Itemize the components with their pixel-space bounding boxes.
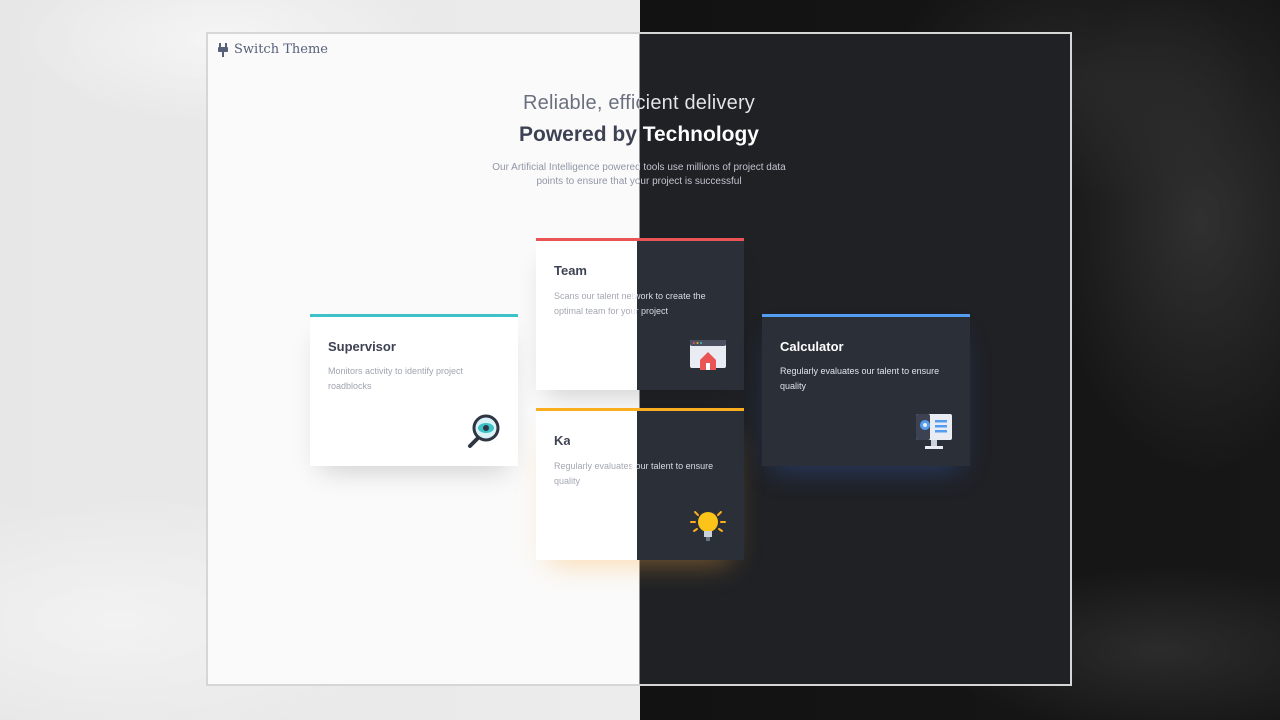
hero-section: Reliable, efficient delivery Powered by … — [208, 92, 1070, 189]
card-title: Supervisor — [328, 339, 396, 354]
card-title: Calculator — [780, 339, 844, 354]
monitor-chart-icon — [916, 414, 952, 449]
plug-icon — [218, 42, 228, 57]
card-calculator[interactable]: Calculator Regularly evaluates our talen… — [762, 314, 970, 466]
card-title: Karma — [554, 433, 595, 448]
hero-subtitle: Reliable, efficient delivery — [208, 92, 1070, 115]
card-description: Scans our talent network to create the o… — [554, 289, 726, 319]
card-description: Monitors activity to identify project ro… — [328, 366, 464, 391]
card-description: Regularly evaluates our talent to ensure… — [554, 459, 726, 489]
card-karma[interactable]: Karma Regularly evaluates our talent to … — [536, 408, 744, 560]
hero-description: Our Artificial Intelligence powered tool… — [489, 161, 789, 189]
preview-frame: Switch Theme Reliable, efficient deliver… — [206, 32, 1072, 686]
switch-theme-label: Switch Theme — [234, 42, 328, 57]
switch-theme-button[interactable]: Switch Theme — [218, 42, 328, 57]
card-title: Team Builder — [554, 263, 636, 278]
hero-title: Powered by Technology — [208, 123, 1070, 147]
magnifier-eye-icon — [468, 414, 500, 448]
card-team-builder[interactable]: Team Builder Scans our talent network to… — [536, 238, 744, 390]
card-description: Regularly evaluates our talent to ensure… — [780, 366, 940, 391]
house-window-icon — [690, 340, 726, 370]
card-supervisor[interactable]: Supervisor Monitors activity to identify… — [310, 314, 518, 466]
lightbulb-icon — [690, 511, 726, 541]
